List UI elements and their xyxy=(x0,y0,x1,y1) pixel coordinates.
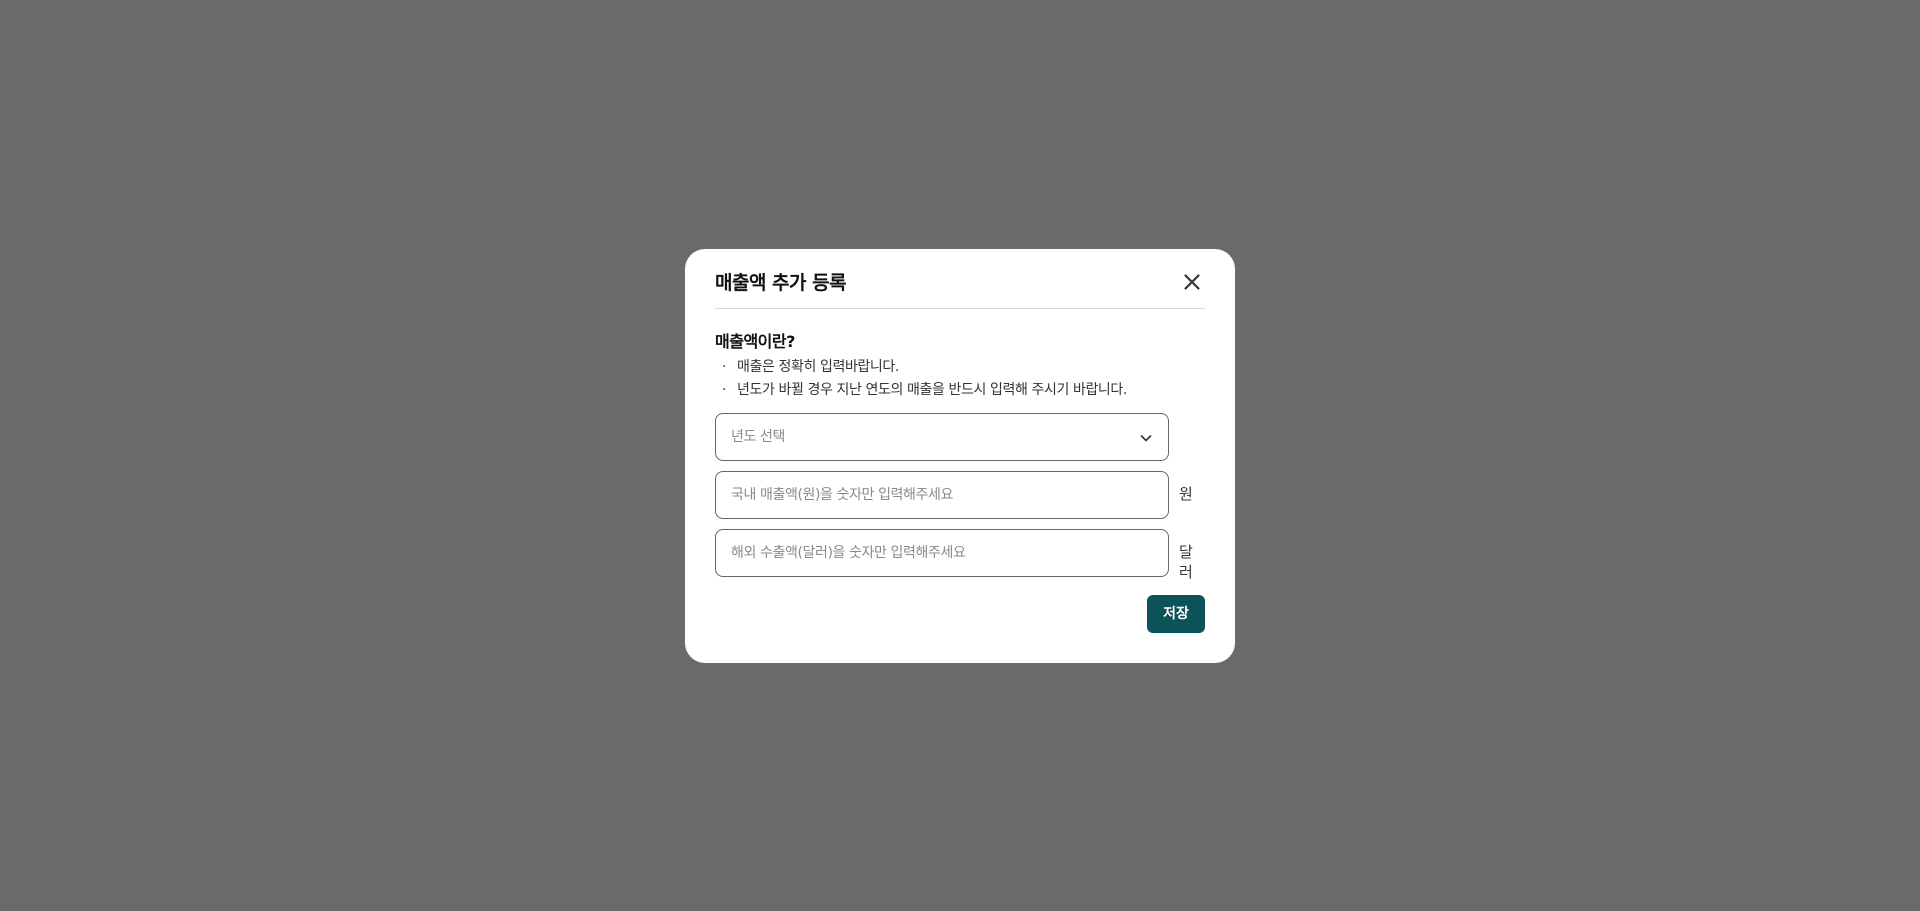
domestic-sales-input[interactable]: 국내 매출액(원)을 숫자만 입력해주세요 xyxy=(715,471,1169,519)
info-item-text: 매출은 정확히 입력바랍니다. xyxy=(737,359,899,375)
won-unit-label: 원 xyxy=(1179,485,1193,503)
dollar-unit-label: 달러 xyxy=(1179,543,1193,581)
export-sales-row: 해외 수출액(달러)을 숫자만 입력해주세요 달러 xyxy=(715,529,1205,581)
save-button[interactable]: 저장 xyxy=(1147,595,1205,633)
year-select-row: 년도 선택 xyxy=(715,413,1205,461)
export-sales-placeholder: 해외 수출액(달러)을 숫자만 입력해주세요 xyxy=(731,545,966,561)
close-icon xyxy=(1184,274,1200,290)
info-list: · 매출은 정확히 입력바랍니다. · 년도가 바뀔 경우 지난 연도의 매출을 반… xyxy=(715,356,1205,402)
year-select-placeholder: 년도 선택 xyxy=(731,429,785,445)
close-button[interactable] xyxy=(1179,269,1205,295)
info-title: 매출액이란? xyxy=(715,332,795,351)
modal-title: 매출액 추가 등록 xyxy=(715,272,847,294)
year-select[interactable]: 년도 선택 xyxy=(715,413,1169,461)
info-item-text: 년도가 바뀔 경우 지난 연도의 매출을 반드시 입력해 주시기 바랍니다. xyxy=(737,382,1127,398)
modal-header: 매출액 추가 등록 xyxy=(715,249,1205,309)
info-item: · 매출은 정확히 입력바랍니다. xyxy=(722,359,899,375)
info-item: · 년도가 바뀔 경우 지난 연도의 매출을 반드시 입력해 주시기 바랍니다. xyxy=(722,382,1127,398)
domestic-sales-placeholder: 국내 매출액(원)을 숫자만 입력해주세요 xyxy=(731,487,953,503)
chevron-down-icon xyxy=(1140,435,1152,442)
domestic-sales-row: 국내 매출액(원)을 숫자만 입력해주세요 원 xyxy=(715,471,1205,519)
export-sales-input[interactable]: 해외 수출액(달러)을 숫자만 입력해주세요 xyxy=(715,529,1169,577)
add-sales-modal: 매출액 추가 등록 매출액이란? · 매출은 정확히 입력바랍니다. · 년도가 바… xyxy=(685,249,1235,663)
